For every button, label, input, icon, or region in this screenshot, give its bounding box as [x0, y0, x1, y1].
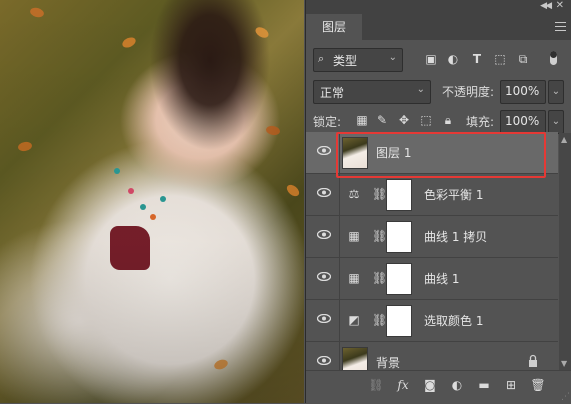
highlight-box — [336, 132, 546, 178]
opacity-value: 100% — [505, 84, 540, 98]
eye-icon[interactable] — [317, 314, 331, 323]
layer-row[interactable]: ▦ ⛓ 曲线 1 拷贝 — [306, 216, 558, 258]
canvas-photo — [0, 0, 304, 403]
panel-menu-icon[interactable] — [555, 22, 566, 31]
resize-grip-icon[interactable]: ⋰ — [561, 392, 570, 402]
layer-name: 背景 — [376, 356, 401, 370]
layer-mask-thumbnail — [386, 263, 412, 295]
chevron-down-icon: ⌄ — [388, 52, 397, 63]
layer-name: 选取颜色 1 — [424, 314, 484, 328]
filter-toggle[interactable] — [550, 51, 557, 65]
folder-icon[interactable]: ▬ — [476, 377, 492, 393]
opacity-dropdown[interactable]: ⌄ — [548, 80, 564, 104]
layers-bottom-toolbar: ⛓ fx ◙ ◐ ▬ ⊞ 🗑︎ ⋰ — [306, 370, 571, 404]
curves-icon: ▦ — [348, 271, 360, 285]
lock-transparent-icon[interactable]: ▦ — [355, 113, 369, 127]
lock-row: 锁定: ▦ ✎ ✥ ⬚ 🔒︎ 填充: 100% ⌄ — [306, 110, 571, 134]
layer-name: 色彩平衡 1 — [424, 188, 484, 202]
lock-paint-icon[interactable]: ✎ — [375, 113, 389, 127]
link-icon[interactable]: ⛓ — [372, 312, 387, 328]
balance-scale-icon: ⚖ — [348, 187, 360, 201]
eye-icon[interactable] — [317, 356, 331, 365]
layer-name: 曲线 1 拷贝 — [424, 230, 488, 244]
lock-all-icon[interactable]: 🔒︎ — [441, 113, 455, 127]
filter-smart-object-icon[interactable]: ⧉ — [515, 51, 531, 67]
blend-mode-select[interactable]: 正常 ⌄ — [313, 80, 431, 104]
lock-move-icon[interactable]: ✥ — [397, 113, 411, 127]
trash-icon[interactable]: 🗑︎ — [530, 377, 546, 393]
link-layers-icon[interactable]: ⛓ — [368, 377, 384, 393]
scroll-down-icon[interactable]: ▼ — [561, 359, 567, 368]
panel-top-strip: ◀◀ ✕ — [306, 0, 571, 14]
filter-row: ⌕ 类型 ⌄ ▣ ◐ T ⬚ ⧉ — [306, 48, 571, 74]
filter-shape-icon[interactable]: ⬚ — [492, 51, 508, 67]
fill-input[interactable]: 100% — [500, 110, 546, 134]
link-icon[interactable]: ⛓ — [372, 270, 387, 286]
fill-label: 填充: — [466, 115, 495, 129]
blend-row: 正常 ⌄ 不透明度: 100% ⌄ — [306, 80, 571, 104]
adjustment-layer-icon[interactable]: ◐ — [449, 377, 465, 393]
new-layer-icon[interactable]: ⊞ — [503, 377, 519, 393]
eye-icon[interactable] — [317, 230, 331, 239]
curves-icon: ▦ — [348, 229, 360, 243]
layer-filter-label: 类型 — [333, 54, 358, 68]
add-mask-icon[interactable]: ◙ — [422, 377, 438, 393]
link-icon[interactable]: ⛓ — [372, 186, 387, 202]
eye-icon[interactable] — [317, 146, 331, 155]
fill-dropdown[interactable]: ⌄ — [548, 110, 564, 134]
blend-mode-value: 正常 — [320, 86, 345, 100]
link-icon[interactable]: ⛓ — [372, 228, 387, 244]
chevron-down-icon: ⌄ — [416, 84, 425, 95]
layers-list: 图层 1 ⚖ ⛓ 色彩平衡 1 ▦ ⛓ 曲线 1 拷贝 ▦ ⛓ 曲线 1 ◩ ⛓… — [306, 132, 571, 370]
fill-value: 100% — [505, 114, 540, 128]
tab-bar: 图层 — [306, 14, 571, 40]
filter-pixel-icon[interactable]: ▣ — [423, 51, 439, 67]
search-icon: ⌕ — [318, 52, 325, 65]
layer-mask-thumbnail — [386, 305, 412, 337]
lock-label: 锁定: — [313, 115, 342, 129]
layer-row[interactable]: ⚖ ⛓ 色彩平衡 1 — [306, 174, 558, 216]
layer-row[interactable]: ▦ ⛓ 曲线 1 — [306, 258, 558, 300]
selective-color-icon: ◩ — [348, 313, 360, 327]
layer-row[interactable]: 背景 — [306, 342, 558, 370]
layer-name: 曲线 1 — [424, 272, 460, 286]
layer-thumbnail — [342, 347, 368, 370]
close-icon[interactable]: ✕ — [556, 0, 564, 11]
scroll-up-icon[interactable]: ▲ — [561, 135, 567, 144]
lock-icon — [529, 354, 537, 367]
layer-mask-thumbnail — [386, 221, 412, 253]
layer-filter-select[interactable]: ⌕ 类型 ⌄ — [313, 48, 403, 72]
tab-layers[interactable]: 图层 — [306, 14, 362, 40]
opacity-label: 不透明度: — [442, 85, 495, 99]
filter-type-icon[interactable]: T — [469, 51, 485, 67]
lock-artboard-icon[interactable]: ⬚ — [419, 113, 433, 127]
layer-mask-thumbnail — [386, 179, 412, 211]
layer-row[interactable]: ◩ ⛓ 选取颜色 1 — [306, 300, 558, 342]
fx-icon[interactable]: fx — [395, 377, 411, 393]
eye-icon[interactable] — [317, 188, 331, 197]
collapse-icon[interactable]: ◀◀ — [540, 1, 552, 11]
layers-panel: ◀◀ ✕ 图层 ⌕ 类型 ⌄ ▣ ◐ T ⬚ ⧉ 正常 ⌄ 不透明度: 100%… — [305, 0, 571, 404]
filter-adjustment-icon[interactable]: ◐ — [445, 51, 461, 67]
opacity-input[interactable]: 100% — [500, 80, 546, 104]
eye-icon[interactable] — [317, 272, 331, 281]
layers-scrollbar[interactable]: ▲ ▼ — [559, 133, 571, 370]
